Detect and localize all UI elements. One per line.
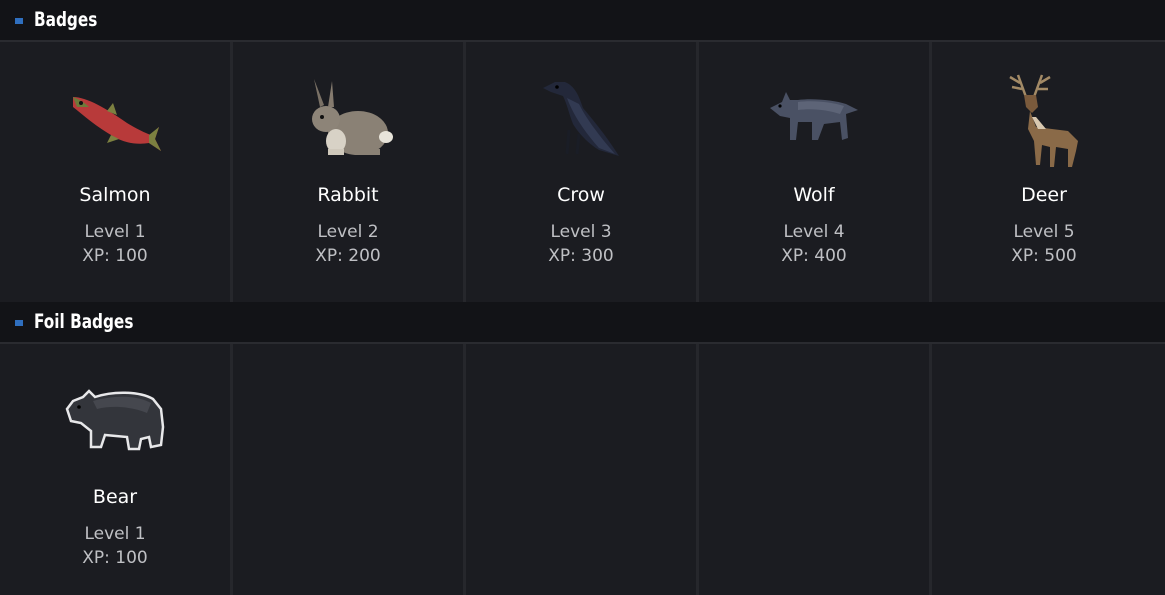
badge-level: Level 3 — [550, 222, 612, 242]
badge-xp: XP: 200 — [315, 246, 381, 266]
badge-card-wolf[interactable]: Wolf Level 4 XP: 400 — [699, 42, 932, 302]
section-title: Foil Badges — [34, 310, 134, 334]
badge-card-deer[interactable]: Deer Level 5 XP: 500 — [932, 42, 1156, 302]
rabbit-icon — [233, 68, 463, 168]
empty-badge-slot — [466, 344, 699, 595]
badge-xp: XP: 500 — [1011, 246, 1077, 266]
empty-badge-slot — [699, 344, 932, 595]
deer-icon — [932, 68, 1156, 168]
badge-level: Level 2 — [317, 222, 379, 242]
wolf-icon — [699, 68, 929, 168]
section-marker-icon — [15, 319, 23, 326]
badge-xp: XP: 300 — [548, 246, 614, 266]
badge-xp: XP: 100 — [82, 548, 148, 568]
badges-grid: Salmon Level 1 XP: 100 Rabbit Level 2 XP… — [0, 42, 1165, 302]
badge-level: Level 5 — [1013, 222, 1075, 242]
badge-card-crow[interactable]: Crow Level 3 XP: 300 — [466, 42, 699, 302]
badge-xp: XP: 400 — [781, 246, 847, 266]
badge-name: Deer — [1021, 184, 1067, 206]
salmon-icon — [0, 68, 230, 168]
foil-badges-section-header: Foil Badges — [0, 302, 1165, 344]
bear-icon — [0, 370, 230, 470]
foil-badges-grid: Bear Level 1 XP: 100 — [0, 344, 1165, 595]
badge-level: Level 1 — [84, 524, 146, 544]
badge-level: Level 1 — [84, 222, 146, 242]
crow-icon — [466, 68, 696, 168]
badges-section-header: Badges — [0, 0, 1165, 42]
badge-card-rabbit[interactable]: Rabbit Level 2 XP: 200 — [233, 42, 466, 302]
badge-level: Level 4 — [783, 222, 845, 242]
badge-name: Wolf — [793, 184, 835, 206]
badge-name: Salmon — [79, 184, 151, 206]
badge-card-bear[interactable]: Bear Level 1 XP: 100 — [0, 344, 233, 595]
section-marker-icon — [15, 17, 23, 24]
badge-card-salmon[interactable]: Salmon Level 1 XP: 100 — [0, 42, 233, 302]
section-title: Badges — [34, 8, 98, 32]
empty-badge-slot — [233, 344, 466, 595]
badge-name: Rabbit — [317, 184, 379, 206]
badge-name: Crow — [557, 184, 605, 206]
badge-xp: XP: 100 — [82, 246, 148, 266]
badge-name: Bear — [92, 486, 138, 508]
empty-badge-slot — [932, 344, 1156, 595]
